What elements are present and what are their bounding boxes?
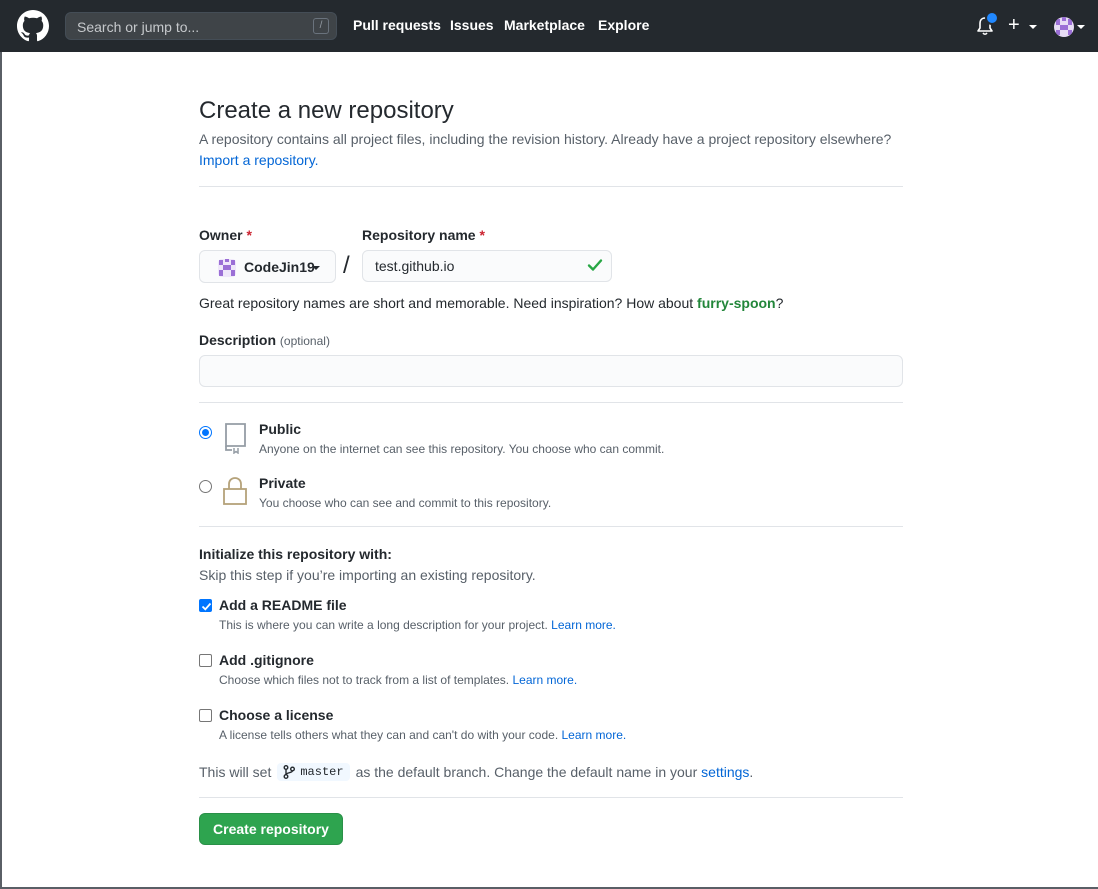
search-placeholder: Search or jump to... (77, 19, 200, 35)
nav-issues[interactable]: Issues (450, 17, 494, 33)
settings-link[interactable]: settings (701, 764, 749, 780)
gitignore-learn-more-link[interactable]: Learn more. (512, 673, 577, 687)
divider (199, 402, 903, 403)
private-radio[interactable] (199, 480, 212, 493)
user-avatar[interactable] (1054, 17, 1074, 37)
page-title: Create a new repository (199, 97, 454, 124)
owner-name: CodeJin19 (244, 259, 315, 275)
name-suggestion[interactable]: furry-spoon (697, 295, 776, 311)
search-input[interactable]: Search or jump to... / (65, 12, 337, 40)
init-section-title: Initialize this repository with: (199, 546, 392, 562)
license-description: A license tells others what they can and… (219, 728, 627, 742)
init-section-subtitle: Skip this step if you’re importing an ex… (199, 567, 536, 583)
git-branch-icon (283, 765, 296, 779)
name-available-check-icon (587, 259, 603, 271)
default-branch-note: This will set master as the default bran… (199, 763, 754, 781)
window-frame-left (0, 52, 2, 889)
nav-explore[interactable]: Explore (598, 17, 649, 33)
owner-label: Owner * (199, 227, 252, 243)
create-repository-button[interactable]: Create repository (199, 813, 343, 845)
checkmark-icon (201, 602, 212, 611)
required-asterisk: * (479, 227, 485, 243)
private-title: Private (259, 475, 306, 491)
gitignore-description: Choose which files not to track from a l… (219, 673, 578, 687)
divider (199, 186, 903, 187)
public-title: Public (259, 421, 302, 437)
lock-icon (223, 477, 247, 505)
divider (199, 797, 903, 798)
license-checkbox[interactable] (199, 709, 212, 722)
required-asterisk: * (246, 227, 252, 243)
github-logo-icon[interactable] (17, 10, 49, 42)
repo-book-icon (225, 423, 246, 454)
public-radio[interactable] (199, 426, 212, 439)
repo-name-hint: Great repository names are short and mem… (199, 295, 784, 311)
branch-name: master (300, 765, 344, 779)
search-shortcut-key: / (313, 18, 329, 34)
repo-name-label: Repository name * (362, 227, 485, 243)
create-new-caret-icon[interactable] (1029, 25, 1037, 29)
readme-title[interactable]: Add a README file (219, 597, 347, 613)
optional-tag: (optional) (279, 334, 330, 348)
global-header: Search or jump to... / Pull requests Iss… (0, 0, 1098, 52)
readme-description: This is where you can write a long descr… (219, 618, 616, 632)
branch-chip: master (277, 763, 350, 781)
nav-pull-requests[interactable]: Pull requests (353, 17, 441, 33)
private-description: You choose who can see and commit to thi… (259, 496, 552, 510)
divider (199, 526, 903, 527)
create-new-plus-icon[interactable]: + (1008, 15, 1020, 35)
import-repository-link[interactable]: Import a repository. (199, 152, 319, 168)
license-learn-more-link[interactable]: Learn more. (562, 728, 627, 742)
owner-dropdown[interactable]: CodeJin19 (199, 250, 336, 283)
public-description: Anyone on the internet can see this repo… (259, 442, 665, 456)
gitignore-title[interactable]: Add .gitignore (219, 652, 314, 668)
notification-unread-dot (985, 11, 999, 25)
readme-learn-more-link[interactable]: Learn more. (551, 618, 616, 632)
readme-checkbox[interactable] (199, 599, 212, 612)
page-subtitle: A repository contains all project files,… (199, 131, 892, 147)
owner-caret-icon (312, 266, 320, 270)
gitignore-checkbox[interactable] (199, 654, 212, 667)
description-label: Description (optional) (199, 332, 330, 348)
user-menu-caret-icon[interactable] (1077, 25, 1085, 29)
owner-avatar (218, 259, 236, 277)
license-title[interactable]: Choose a license (219, 707, 333, 723)
repository-name-input[interactable] (362, 250, 612, 282)
owner-repo-separator: / (343, 252, 350, 279)
nav-marketplace[interactable]: Marketplace (504, 17, 585, 33)
description-input[interactable] (199, 355, 903, 387)
